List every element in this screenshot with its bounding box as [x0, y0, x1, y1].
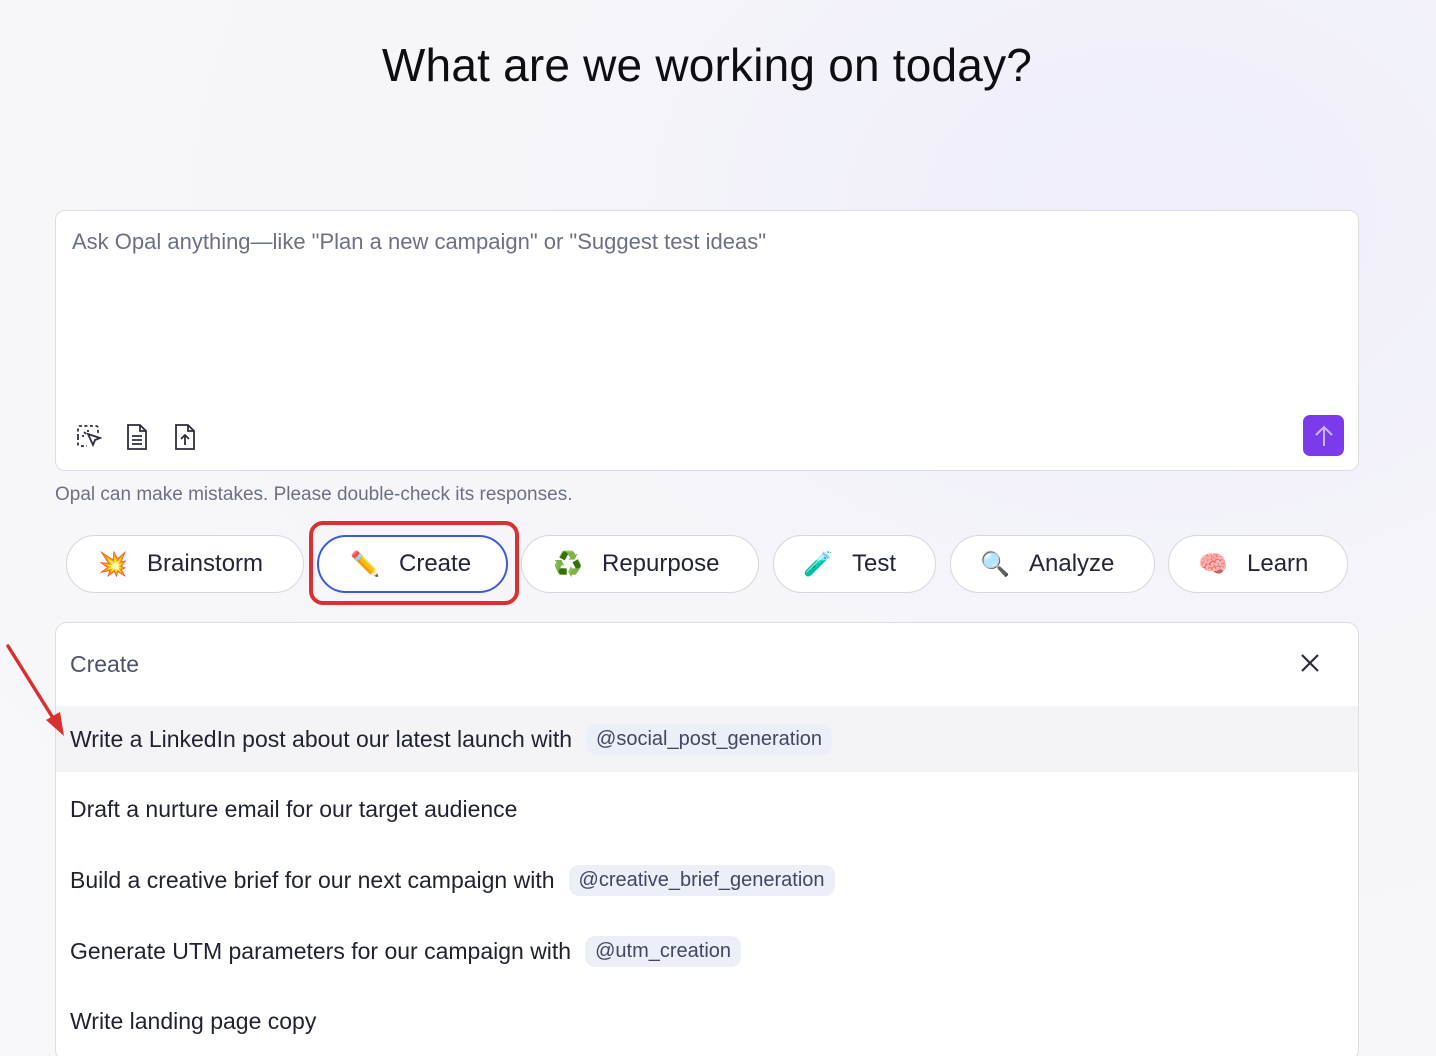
chip-label: Repurpose — [602, 550, 720, 577]
panel-title: Create — [70, 651, 140, 677]
select-element-icon[interactable] — [74, 422, 104, 452]
suggestion-text: Build a creative brief for our next camp… — [70, 866, 555, 893]
chip-label: Analyze — [1029, 550, 1115, 577]
prompt-input[interactable] — [72, 229, 1332, 399]
chip-analyze[interactable]: 🔍 Analyze — [950, 535, 1155, 593]
recycle-icon: ♻️ — [553, 550, 583, 578]
suggestion-text: Write a LinkedIn post about our latest l… — [70, 725, 573, 752]
chip-brainstorm[interactable]: 💥 Brainstorm — [66, 535, 304, 593]
close-icon[interactable] — [1298, 651, 1322, 675]
suggestion-item[interactable]: Draft a nurture email for our target aud… — [56, 776, 1358, 842]
arrow-up-icon — [1314, 425, 1333, 446]
chip-label: Learn — [1247, 550, 1309, 577]
pencil-icon: ✏️ — [350, 550, 380, 578]
mode-chips: 💥 Brainstorm ✏️ Create ♻️ Repurpose 🧪 Te… — [0, 535, 1436, 595]
suggestion-item[interactable]: Generate UTM parameters for our campaign… — [56, 918, 1358, 984]
magnifier-icon: 🔍 — [980, 550, 1010, 578]
disclaimer-text: Opal can make mistakes. Please double-ch… — [55, 484, 573, 505]
send-button[interactable] — [1303, 415, 1344, 456]
agent-tag: @utm_creation — [585, 935, 742, 967]
chip-label: Brainstorm — [147, 550, 264, 577]
agent-tag: @creative_brief_generation — [568, 864, 835, 896]
explosion-icon: 💥 — [98, 550, 128, 578]
page-title: What are we working on today? — [381, 39, 1033, 91]
suggestion-text: Draft a nurture email for our target aud… — [70, 795, 518, 822]
brain-icon: 🧠 — [1198, 550, 1228, 578]
suggestion-text: Write landing page copy — [70, 1007, 317, 1034]
chip-repurpose[interactable]: ♻️ Repurpose — [521, 535, 759, 593]
chip-label: Create — [399, 550, 472, 577]
suggestions-panel: Create Write a LinkedIn post about our l… — [55, 622, 1359, 1056]
suggestion-text: Generate UTM parameters for our campaign… — [70, 937, 572, 964]
chip-create[interactable]: ✏️ Create — [317, 535, 508, 593]
test-tube-icon: 🧪 — [803, 550, 833, 578]
upload-file-icon[interactable] — [170, 422, 200, 452]
chat-composer — [55, 210, 1359, 471]
chip-test[interactable]: 🧪 Test — [773, 535, 936, 593]
suggestion-item[interactable]: Write landing page copy — [56, 988, 1358, 1054]
chip-label: Test — [852, 550, 897, 577]
chip-learn[interactable]: 🧠 Learn — [1168, 535, 1348, 593]
document-icon[interactable] — [122, 422, 152, 452]
agent-tag: @social_post_generation — [586, 723, 833, 755]
suggestion-item[interactable]: Write a LinkedIn post about our latest l… — [56, 706, 1358, 772]
suggestion-item[interactable]: Build a creative brief for our next camp… — [56, 847, 1358, 913]
